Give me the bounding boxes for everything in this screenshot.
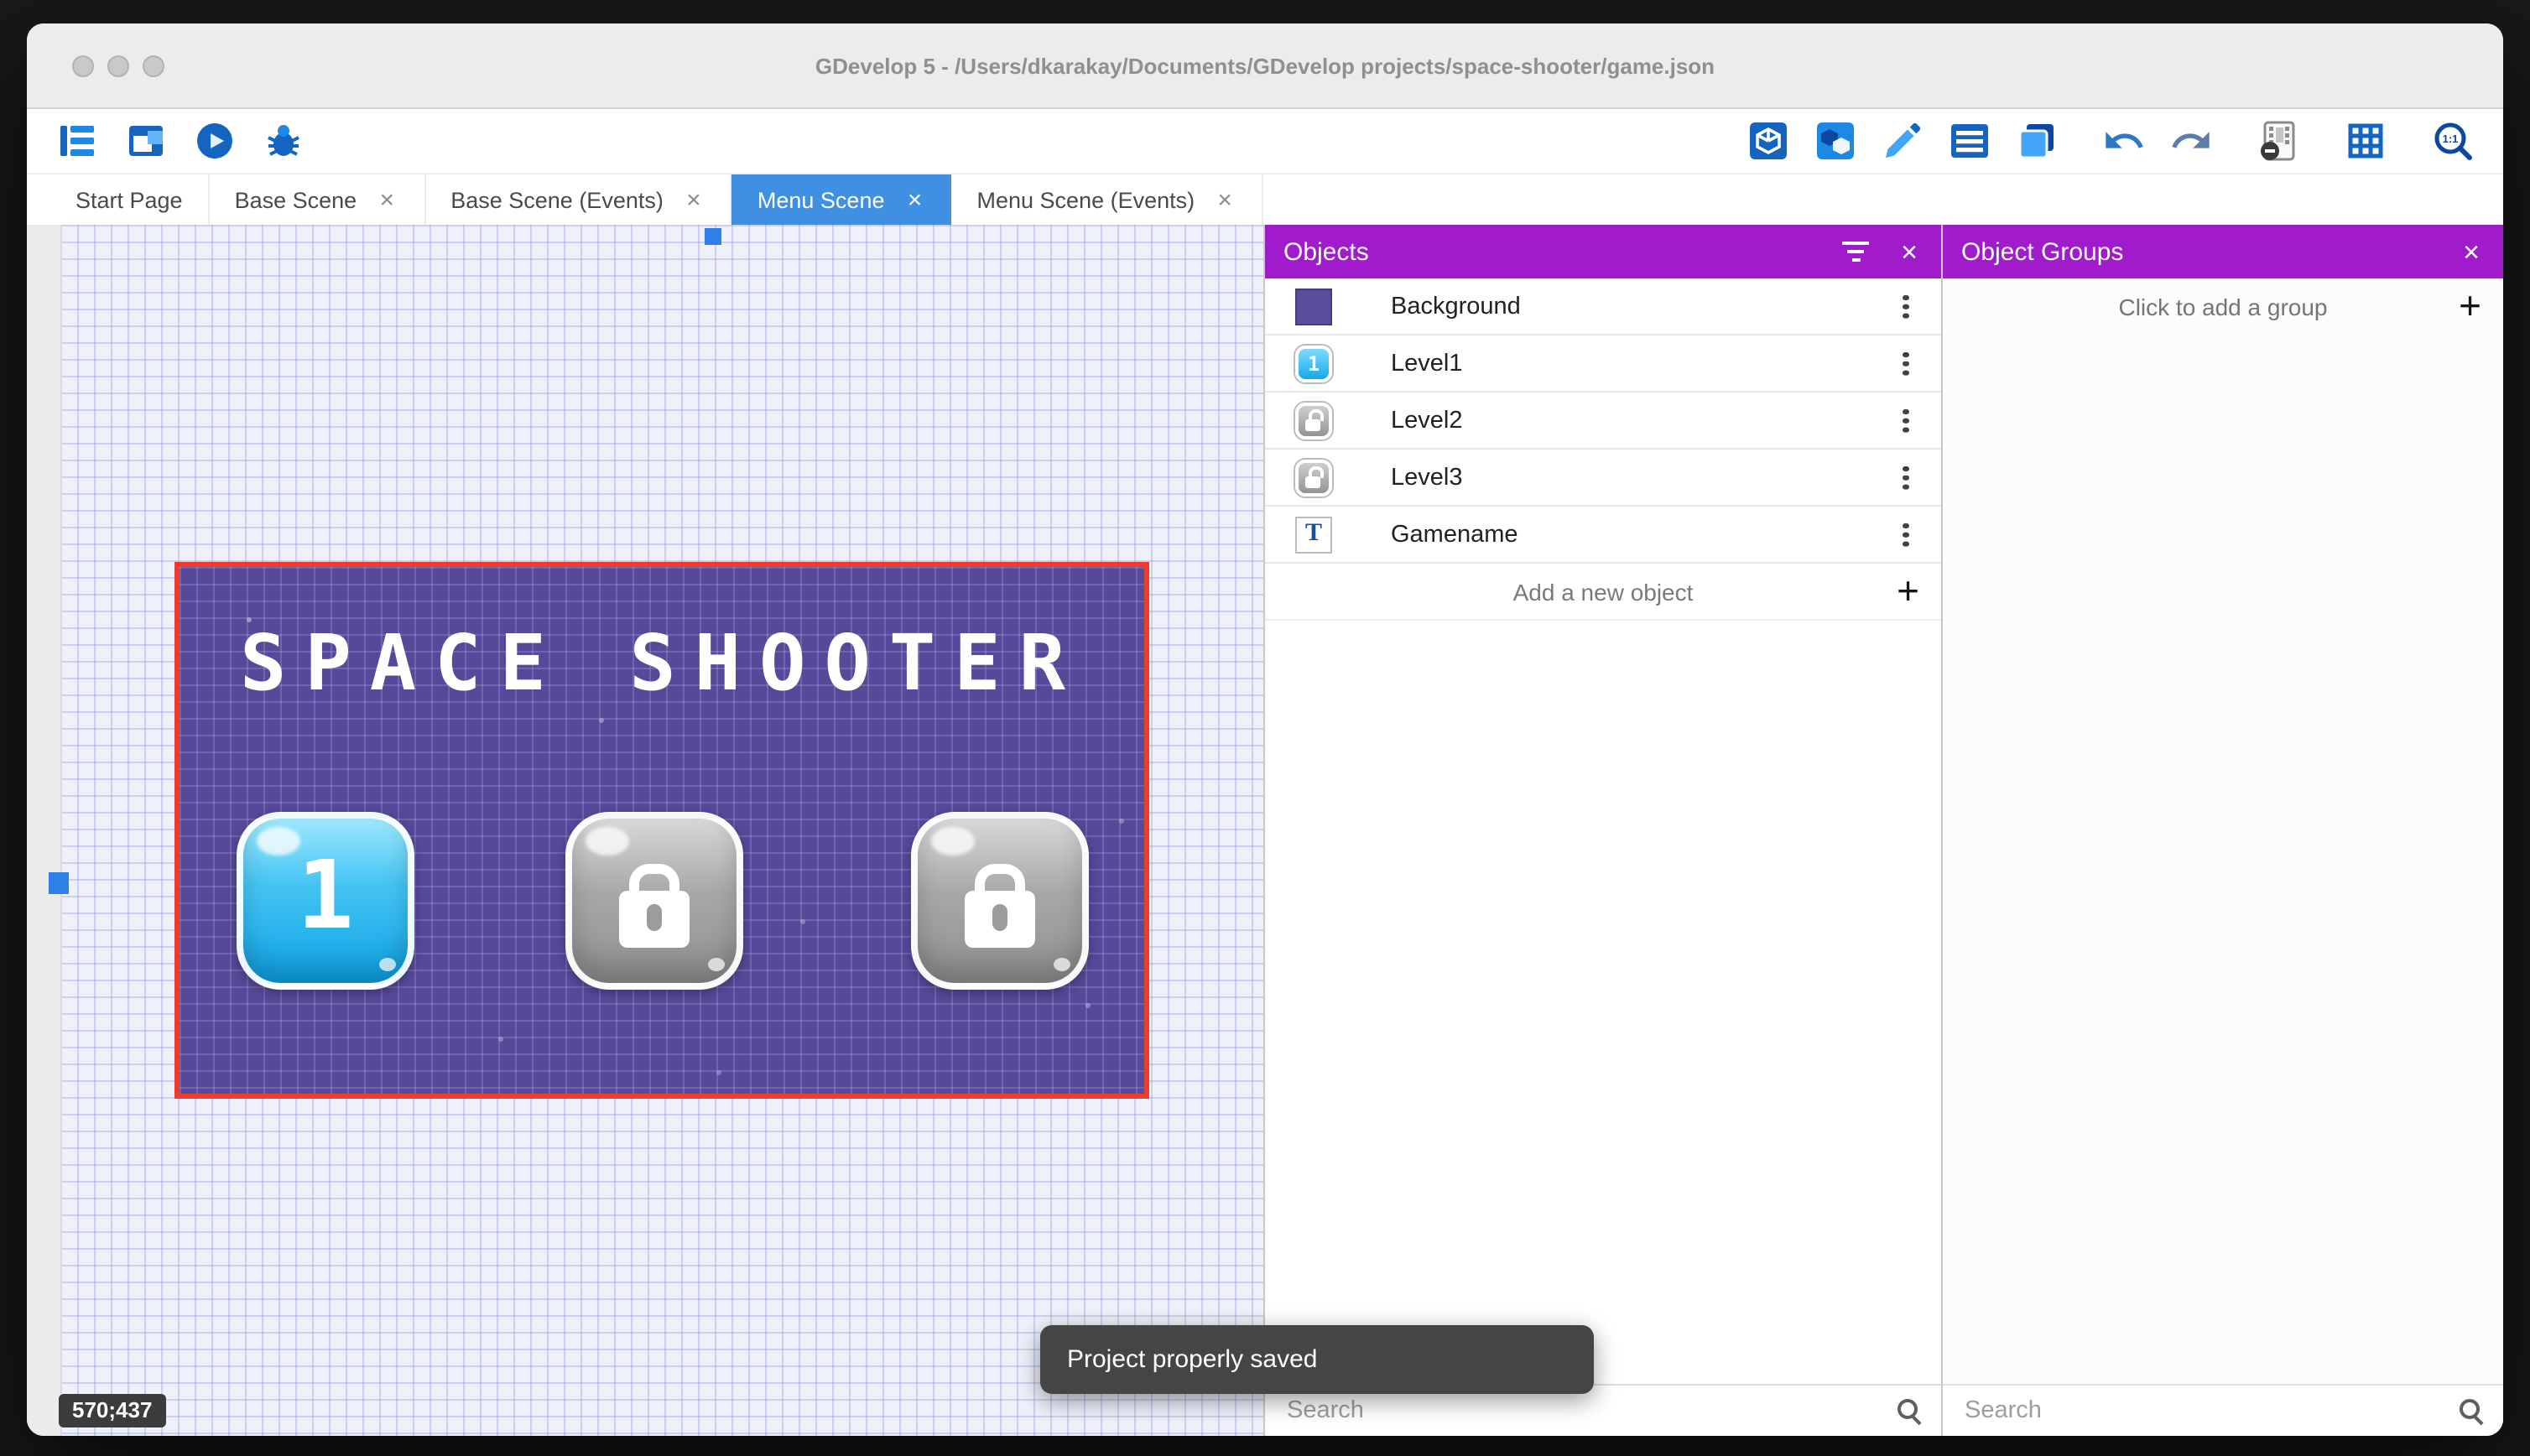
add-group-button[interactable]: Click to add a group xyxy=(1943,278,2503,334)
objects-editor-icon[interactable] xyxy=(1745,117,1792,164)
level-3-locked-button-instance[interactable] xyxy=(911,812,1089,990)
object-row-level3[interactable]: Level3 xyxy=(1265,450,1941,507)
tab-menu-scene[interactable]: Menu Scene xyxy=(731,174,952,226)
cursor-coordinates-badge: 570;437 xyxy=(59,1394,166,1427)
object-groups-panel: Object Groups Click to add a group xyxy=(1941,225,2503,1436)
titlebar: GDevelop 5 - /Users/dkarakay/Documents/G… xyxy=(27,23,2503,109)
tab-close-icon[interactable] xyxy=(1213,188,1236,213)
lock-icon xyxy=(619,864,690,948)
debugger-icon[interactable] xyxy=(260,117,307,164)
render-options-icon[interactable] xyxy=(2255,117,2302,164)
menu-scene-window[interactable]: SPACE SHOOTER 1 xyxy=(174,562,1149,1099)
game-title-text-instance[interactable]: SPACE SHOOTER xyxy=(180,617,1144,708)
search-icon xyxy=(1896,1397,1923,1424)
object-groups-panel-header: Object Groups xyxy=(1943,225,2503,278)
toolbar: 1:1 xyxy=(27,109,2503,174)
zoom-icon[interactable]: 1:1 xyxy=(2429,117,2476,164)
scene-editor-canvas[interactable]: SPACE SHOOTER 1 570;437 xyxy=(27,225,1263,1436)
objects-search-input[interactable] xyxy=(1283,1396,1896,1426)
search-icon xyxy=(2458,1397,2485,1424)
tab-bar: Start Page Base Scene Base Scene (Events… xyxy=(27,174,2503,228)
close-window-icon[interactable] xyxy=(72,55,94,76)
gdevelop-window: GDevelop 5 - /Users/dkarakay/Documents/G… xyxy=(27,23,2503,1436)
project-manager-icon[interactable] xyxy=(54,117,101,164)
plus-icon[interactable] xyxy=(1897,571,1919,610)
tab-label: Menu Scene xyxy=(757,188,885,213)
level1-thumbnail-icon: 1 xyxy=(1295,345,1332,382)
close-panel-icon[interactable] xyxy=(2458,237,2485,266)
objects-panel: Objects Background 1 Level1 xyxy=(1263,225,1941,1436)
locked-thumbnail-icon xyxy=(1295,402,1332,439)
undo-icon[interactable] xyxy=(2101,117,2147,164)
instances-list-icon[interactable] xyxy=(1946,117,1993,164)
objects-panel-title: Objects xyxy=(1283,237,1369,266)
object-row-level2[interactable]: Level2 xyxy=(1265,393,1941,450)
text-object-thumbnail-icon: T xyxy=(1295,516,1332,553)
groups-search-bar xyxy=(1943,1384,2503,1436)
object-menu-icon[interactable] xyxy=(1891,519,1921,549)
object-row-gamename[interactable]: T Gamename xyxy=(1265,507,1941,564)
object-groups-editor-icon[interactable] xyxy=(1812,117,1859,164)
object-groups-panel-title: Object Groups xyxy=(1961,237,2124,266)
minimize-window-icon[interactable] xyxy=(107,55,129,76)
scene-window-icon[interactable] xyxy=(122,117,169,164)
tab-label: Menu Scene (Events) xyxy=(976,188,1195,213)
level-1-button-instance[interactable]: 1 xyxy=(237,812,414,990)
selection-handle[interactable] xyxy=(49,872,69,894)
background-thumbnail-icon xyxy=(1295,288,1332,325)
tab-label: Base Scene (Events) xyxy=(450,188,664,213)
lock-icon xyxy=(965,864,1035,948)
toolbar-right: 1:1 xyxy=(1725,117,2476,164)
toast-message: Project properly saved xyxy=(1067,1345,1318,1374)
play-preview-icon[interactable] xyxy=(191,117,238,164)
object-menu-icon[interactable] xyxy=(1891,348,1921,378)
save-toast: Project properly saved xyxy=(1040,1325,1594,1394)
objects-panel-header: Objects xyxy=(1265,225,1941,278)
main-area: SPACE SHOOTER 1 570;437 Objects × Backgr… xyxy=(27,225,2503,1436)
tab-base-scene[interactable]: Base Scene xyxy=(210,174,426,226)
tab-close-icon[interactable] xyxy=(682,188,705,213)
add-new-object-button[interactable]: Add a new object xyxy=(1265,564,1941,621)
plus-icon[interactable] xyxy=(2459,286,2481,325)
locked-thumbnail-icon xyxy=(1295,459,1332,496)
object-menu-icon[interactable] xyxy=(1891,291,1921,321)
properties-icon[interactable] xyxy=(1879,117,1926,164)
tab-start-page[interactable]: Start Page xyxy=(50,174,210,226)
selection-handle[interactable] xyxy=(705,228,721,245)
redo-icon[interactable] xyxy=(2168,117,2215,164)
object-menu-icon[interactable] xyxy=(1891,405,1921,435)
window-title: GDevelop 5 - /Users/dkarakay/Documents/G… xyxy=(815,53,1715,78)
fullscreen-window-icon[interactable] xyxy=(143,55,164,76)
grid-icon[interactable] xyxy=(2342,117,2389,164)
close-panel-icon[interactable] xyxy=(1896,237,1923,266)
tab-close-icon[interactable] xyxy=(903,188,927,213)
zoom-level-label: 1:1 xyxy=(2443,133,2459,145)
window-controls xyxy=(72,55,164,76)
tab-label: Base Scene xyxy=(234,188,357,213)
tab-base-scene-events[interactable]: Base Scene (Events) xyxy=(425,174,732,226)
desktop-background: GDevelop 5 - /Users/dkarakay/Documents/G… xyxy=(0,0,2530,1456)
tab-menu-scene-events[interactable]: Menu Scene (Events) xyxy=(952,174,1264,226)
level-2-locked-button-instance[interactable] xyxy=(565,812,743,990)
object-row-background[interactable]: Background xyxy=(1265,278,1941,335)
groups-search-input[interactable] xyxy=(1961,1396,2458,1426)
layers-editor-icon[interactable] xyxy=(2013,117,2060,164)
tab-label: Start Page xyxy=(75,188,183,213)
filter-icon[interactable] xyxy=(1842,242,1869,262)
object-menu-icon[interactable] xyxy=(1891,462,1921,492)
level-1-label: 1 xyxy=(297,842,354,951)
object-row-level1[interactable]: 1 Level1 xyxy=(1265,335,1941,393)
tab-close-icon[interactable] xyxy=(375,188,398,213)
canvas-left-margin xyxy=(27,225,62,1436)
